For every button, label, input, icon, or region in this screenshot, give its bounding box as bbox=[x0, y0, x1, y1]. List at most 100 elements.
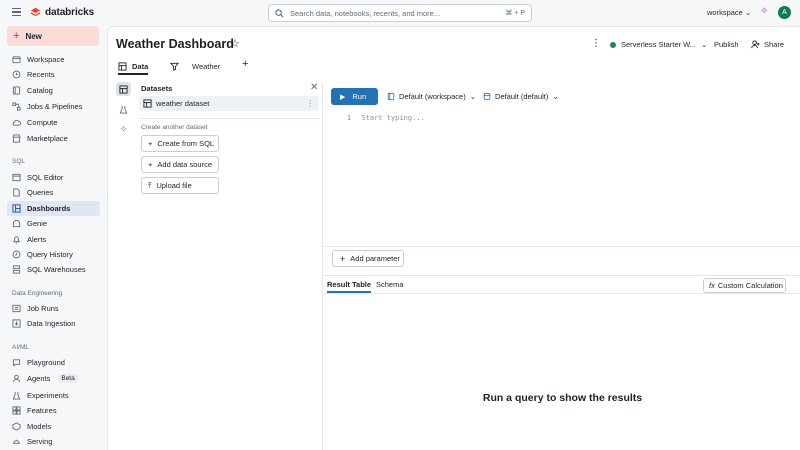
sidebar-item-playground[interactable]: Playground bbox=[7, 355, 100, 370]
divider bbox=[323, 275, 800, 276]
sidebar-item-label: Dashboards bbox=[27, 204, 71, 213]
tab-label: Weather bbox=[192, 62, 221, 71]
assistant-sparkle-icon[interactable]: ✧ bbox=[760, 6, 768, 17]
sidebar-item-sql-warehouses[interactable]: SQL Warehouses bbox=[7, 262, 100, 277]
status-dot-icon bbox=[610, 41, 616, 48]
sidebar-item-sql-editor[interactable]: SQL Editor bbox=[7, 170, 100, 185]
catalog-icon bbox=[387, 92, 395, 101]
features-icon bbox=[12, 406, 21, 415]
sidebar-item-label: Compute bbox=[27, 118, 58, 127]
schema-dropdown[interactable]: Default (default) ⌄ bbox=[483, 92, 559, 101]
divider bbox=[323, 293, 800, 294]
sidebar: + New Workspace Recents Catalog Jobs & P… bbox=[0, 26, 106, 450]
sidebar-item-label: Experiments bbox=[27, 391, 69, 400]
workflow-icon bbox=[12, 102, 21, 111]
assistant-rail-button[interactable]: ✧ bbox=[116, 122, 131, 136]
playground-icon bbox=[12, 358, 21, 367]
sidebar-item-data-ingestion[interactable]: Data Ingestion bbox=[7, 316, 100, 331]
close-icon[interactable]: ✕ bbox=[310, 82, 318, 93]
new-button[interactable]: + New bbox=[7, 26, 99, 46]
sidebar-item-models[interactable]: Models bbox=[7, 419, 100, 434]
create-from-sql-button[interactable]: + Create from SQL bbox=[141, 135, 219, 152]
datasets-title: Datasets bbox=[141, 84, 173, 93]
sidebar-item-label: Workspace bbox=[27, 55, 65, 64]
sidebar-item-dashboards[interactable]: Dashboards bbox=[7, 201, 100, 216]
code-editor[interactable]: 1 Start typing... bbox=[347, 114, 425, 122]
create-another-label: Create another dataset bbox=[141, 124, 208, 131]
add-data-source-button[interactable]: + Add data source bbox=[141, 156, 219, 173]
sidebar-item-genie[interactable]: Genie bbox=[7, 216, 100, 231]
menu-icon[interactable] bbox=[12, 8, 21, 16]
empty-results-message: Run a query to show the results bbox=[482, 392, 643, 404]
divider bbox=[139, 118, 319, 119]
folder-icon bbox=[12, 55, 21, 64]
upload-file-button[interactable]: ⤒ Upload file bbox=[141, 177, 219, 194]
page-title[interactable]: Weather Dashboard bbox=[116, 37, 234, 51]
sidebar-item-experiments[interactable]: Experiments bbox=[7, 388, 100, 403]
sidebar-item-agents[interactable]: Agents Beta bbox=[7, 371, 100, 386]
sidebar-item-serving[interactable]: Serving bbox=[7, 434, 100, 449]
chevron-down-icon: ⌄ bbox=[744, 8, 752, 17]
models-icon bbox=[12, 422, 21, 431]
plus-icon: + bbox=[148, 139, 153, 148]
tab-data[interactable]: Data bbox=[118, 60, 149, 75]
warehouse-selector[interactable]: Serverless Starter W... ⌄ bbox=[610, 40, 707, 49]
chevron-down-icon: ⌄ bbox=[701, 40, 708, 49]
main-panel: Weather Dashboard ☆ ⋮ Serverless Starter… bbox=[107, 26, 800, 450]
sidebar-item-workspace[interactable]: Workspace bbox=[7, 52, 100, 67]
play-icon: ▶ bbox=[340, 93, 346, 101]
datasets-rail-button[interactable] bbox=[116, 82, 131, 96]
sidebar-item-catalog[interactable]: Catalog bbox=[7, 83, 100, 98]
table-icon bbox=[118, 62, 127, 71]
sidebar-item-queries[interactable]: Queries bbox=[7, 185, 100, 200]
databricks-logo[interactable]: databricks bbox=[30, 7, 94, 18]
warehouse-label: Serverless Starter W... bbox=[621, 40, 697, 49]
tab-schema[interactable]: Schema bbox=[376, 280, 404, 289]
star-icon[interactable]: ☆ bbox=[230, 37, 240, 50]
custom-calculation-button[interactable]: fx Custom Calculation bbox=[703, 278, 786, 293]
add-page-button[interactable]: + bbox=[242, 58, 248, 70]
sidebar-item-label: Recents bbox=[27, 70, 55, 79]
sidebar-item-label: Serving bbox=[27, 437, 53, 446]
database-icon bbox=[483, 92, 491, 101]
search-input[interactable]: Search data, notebooks, recents, and mor… bbox=[268, 4, 532, 22]
function-icon: fx bbox=[709, 281, 715, 290]
publish-button[interactable]: Publish bbox=[714, 40, 739, 49]
dataset-more-icon[interactable]: ⋮ bbox=[307, 99, 315, 108]
run-button[interactable]: ▶ Run bbox=[331, 88, 378, 105]
share-button[interactable]: Share bbox=[751, 40, 784, 49]
button-label: Custom Calculation bbox=[717, 281, 783, 290]
sidebar-item-jobs[interactable]: Jobs & Pipelines bbox=[7, 99, 100, 114]
chevron-down-icon: ⌄ bbox=[469, 92, 476, 101]
section-data-engineering: Data Engineering bbox=[12, 290, 63, 297]
sidebar-item-label: Playground bbox=[27, 358, 65, 367]
button-label: Upload file bbox=[156, 181, 192, 190]
tab-result-table[interactable]: Result Table bbox=[327, 280, 372, 293]
sidebar-item-recents[interactable]: Recents bbox=[7, 67, 100, 82]
sidebar-item-compute[interactable]: Compute bbox=[7, 115, 100, 130]
tab-weather[interactable]: Weather bbox=[170, 60, 220, 73]
schema-rail-button[interactable] bbox=[116, 102, 131, 116]
more-options-icon[interactable]: ⋮ bbox=[591, 38, 601, 49]
dashboard-icon bbox=[12, 204, 21, 213]
sidebar-item-job-runs[interactable]: Job Runs bbox=[7, 301, 100, 316]
sidebar-item-features[interactable]: Features bbox=[7, 403, 100, 418]
button-label: Add data source bbox=[157, 160, 213, 169]
side-rail: ✧ bbox=[116, 82, 134, 142]
sidebar-item-query-history[interactable]: Query History bbox=[7, 247, 100, 262]
sidebar-item-alerts[interactable]: Alerts bbox=[7, 232, 100, 247]
button-label: Add parameter bbox=[350, 254, 400, 263]
search-icon bbox=[275, 8, 284, 17]
avatar[interactable]: A bbox=[778, 6, 791, 19]
dataset-item[interactable]: weather dataset ⋮ bbox=[139, 96, 319, 111]
share-icon bbox=[751, 40, 760, 49]
workspace-switcher[interactable]: workspace ⌄ bbox=[707, 8, 751, 17]
sidebar-item-marketplace[interactable]: Marketplace bbox=[7, 131, 100, 146]
catalog-dropdown[interactable]: Default (workspace) ⌄ bbox=[387, 92, 476, 101]
add-parameter-button[interactable]: + Add parameter bbox=[332, 250, 404, 267]
run-label: Run bbox=[352, 92, 367, 101]
share-label: Share bbox=[764, 40, 785, 49]
editor-icon bbox=[12, 173, 21, 182]
brand-name: databricks bbox=[45, 7, 95, 18]
bell-icon bbox=[12, 235, 21, 244]
